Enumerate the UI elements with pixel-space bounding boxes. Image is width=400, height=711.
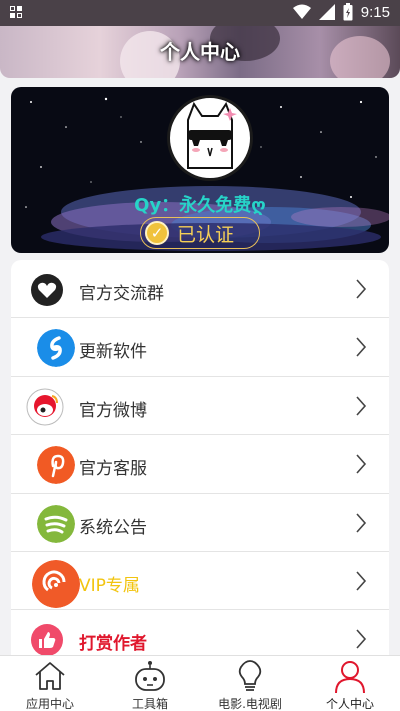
nav-label: 个人中心 xyxy=(325,697,374,711)
notification-icon xyxy=(10,6,24,20)
chevron-right-icon xyxy=(356,279,367,299)
spotify-icon xyxy=(37,504,75,543)
battery-icon xyxy=(343,3,353,21)
chevron-right-icon xyxy=(356,629,367,649)
status-bar: 9:15 xyxy=(0,0,400,26)
menu-item-label: 官方客服 xyxy=(79,459,147,480)
header-banner: 个人中心 xyxy=(0,26,400,78)
nav-label: 工具箱 xyxy=(131,697,168,711)
verified-label: 已认证 xyxy=(177,223,235,246)
menu-item-label: 官方交流群 xyxy=(79,284,164,304)
menu-item-label: 打赏作者 xyxy=(79,634,147,655)
menu-item-official-support[interactable]: 官方客服 xyxy=(11,435,389,494)
lightbulb-icon xyxy=(238,660,262,691)
user-icon xyxy=(335,661,365,694)
menu-item-official-group[interactable]: 官方交流群 xyxy=(11,260,389,319)
thumbs-up-icon xyxy=(31,624,63,655)
profile-card: Qy：永久免费ღ ✓ 已认证 xyxy=(11,87,389,253)
verified-badge: ✓ 已认证 xyxy=(140,217,260,249)
bottom-nav: 应用中心 工具箱 电影.电视剧 个人中心 xyxy=(0,655,400,711)
home-icon xyxy=(35,662,65,690)
username: Qy：永久免费ღ xyxy=(134,195,266,216)
chevron-right-icon xyxy=(356,513,367,533)
chevron-right-icon xyxy=(356,454,367,474)
menu-list: 官方交流群 更新软件 官方微博 官方客服 系统公告 VIP专属 打赏作者 xyxy=(11,260,389,655)
menu-item-system-notice[interactable]: 系统公告 xyxy=(11,494,389,552)
wifi-icon xyxy=(292,4,311,19)
chevron-right-icon xyxy=(356,571,367,591)
chevron-right-icon xyxy=(356,337,367,357)
check-icon: ✓ xyxy=(145,221,169,245)
nav-tab-movies-tv[interactable]: 电影.电视剧 xyxy=(200,656,300,711)
status-time: 9:15 xyxy=(360,3,390,21)
chevron-right-icon xyxy=(356,396,367,416)
menu-item-vip[interactable]: VIP专属 xyxy=(11,552,389,611)
menu-item-label: 官方微博 xyxy=(79,400,147,421)
signal-icon xyxy=(318,4,335,20)
menu-item-label: 更新软件 xyxy=(79,342,147,363)
menu-item-update-software[interactable]: 更新软件 xyxy=(11,318,389,377)
page-title: 个人中心 xyxy=(160,40,240,64)
nav-label: 应用中心 xyxy=(25,697,74,711)
cat-avatar-icon xyxy=(187,101,237,169)
nav-label: 电影.电视剧 xyxy=(218,697,282,711)
menu-item-label: VIP专属 xyxy=(79,575,140,596)
heart-icon xyxy=(31,274,63,306)
avatar[interactable] xyxy=(167,95,253,181)
menu-item-label: 系统公告 xyxy=(79,517,147,538)
menu-item-donate[interactable]: 打赏作者 xyxy=(11,610,389,655)
menu-item-official-weibo[interactable]: 官方微博 xyxy=(11,377,389,436)
nav-tab-toolbox[interactable]: 工具箱 xyxy=(100,656,200,711)
nav-tab-app-center[interactable]: 应用中心 xyxy=(0,656,100,711)
weibo-icon xyxy=(26,388,64,426)
pinterest-icon xyxy=(37,446,75,485)
shazam-icon xyxy=(37,329,75,368)
robot-icon xyxy=(135,661,165,691)
nav-tab-personal-center[interactable]: 个人中心 xyxy=(300,656,400,711)
vip-icon xyxy=(32,559,80,608)
